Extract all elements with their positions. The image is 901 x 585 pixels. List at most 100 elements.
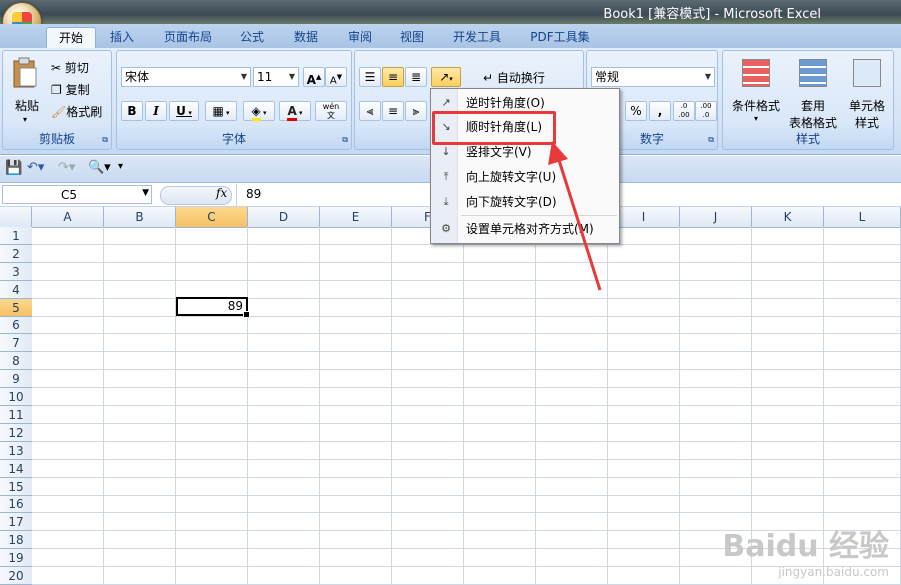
select-all-corner[interactable] <box>0 207 32 227</box>
format-painter-button[interactable]: 🖌格式刷 <box>51 103 102 120</box>
row-header-5[interactable]: 5 <box>0 299 32 317</box>
tab-page-layout[interactable]: 页面布局 <box>154 27 222 47</box>
row-header-11[interactable]: 11 <box>0 406 32 424</box>
tab-view[interactable]: 视图 <box>390 27 434 47</box>
row-header-9[interactable]: 9 <box>0 370 32 388</box>
redo-icon[interactable]: ↷▾ <box>58 160 75 175</box>
number-format-select[interactable]: 常规 ▼ <box>591 67 715 87</box>
column-header-j[interactable]: J <box>680 207 752 227</box>
increase-decimal-button[interactable]: .0 .00 <box>673 101 695 121</box>
formula-input[interactable]: 89 <box>246 187 261 201</box>
orientation-button[interactable]: ↗▾ <box>431 67 461 87</box>
column-header-k[interactable]: K <box>752 207 824 227</box>
column-header-a[interactable]: A <box>32 207 104 227</box>
tab-formulas[interactable]: 公式 <box>230 27 274 47</box>
wrap-text-button[interactable]: ↵ 自动换行 <box>483 69 545 86</box>
row-header-6[interactable]: 6 <box>0 317 32 334</box>
styles-group: 条件格式 ▾ 套用 表格格式 单元格 样式 样式 <box>722 50 894 150</box>
align-right-button[interactable]: ⫸ <box>405 101 427 121</box>
column-gridline <box>175 227 176 585</box>
paste-button[interactable]: 粘贴 ▾ <box>11 57 43 124</box>
copy-button[interactable]: ❐ 复制 <box>51 81 90 98</box>
row-header-19[interactable]: 19 <box>0 549 32 567</box>
row-header-20[interactable]: 20 <box>0 567 32 585</box>
conditional-formatting-icon <box>742 59 770 87</box>
row-gridline <box>32 316 901 317</box>
align-middle-button[interactable]: ≡ <box>382 67 404 87</box>
print-preview-icon[interactable]: 🔍▾ <box>88 160 111 175</box>
row-gridline <box>32 495 901 496</box>
italic-button[interactable]: I <box>145 101 167 121</box>
align-top-button[interactable]: ☰ <box>359 67 381 87</box>
grow-font-button[interactable]: A▲ <box>303 67 325 87</box>
row-header-10[interactable]: 10 <box>0 388 32 406</box>
row-header-2[interactable]: 2 <box>0 245 32 263</box>
tab-insert[interactable]: 插入 <box>100 27 144 47</box>
align-center-button[interactable]: ≡ <box>382 101 404 121</box>
phonetic-label: wén <box>322 102 340 111</box>
borders-button[interactable]: ▦ ▾ <box>205 101 237 121</box>
name-box[interactable]: C5 ▼ <box>2 185 152 204</box>
row-header-16[interactable]: 16 <box>0 496 32 513</box>
font-color-button[interactable]: A ▾ <box>279 101 311 121</box>
tab-pdf-tools[interactable]: PDF工具集 <box>520 27 600 47</box>
column-header-d[interactable]: D <box>248 207 320 227</box>
fill-color-button[interactable]: ◈ ▾ <box>243 101 275 121</box>
row-header-7[interactable]: 7 <box>0 334 32 352</box>
cell-styles-label-1: 单元格 <box>848 99 885 113</box>
bold-button[interactable]: B <box>121 101 143 121</box>
column-gridline <box>463 227 464 585</box>
chevron-down-icon: ▼ <box>288 72 295 81</box>
align-bottom-button[interactable]: ≣ <box>405 67 427 87</box>
tab-home[interactable]: 开始 <box>46 27 96 48</box>
conditional-formatting-button[interactable]: 条件格式 ▾ <box>729 55 783 129</box>
formula-divider <box>236 184 237 206</box>
decrease-decimal-button[interactable]: .00 .0 <box>695 101 717 121</box>
tab-data[interactable]: 数据 <box>284 27 328 47</box>
font-group-label: 字体 <box>221 132 246 146</box>
customize-qat-icon[interactable]: ▾ <box>118 161 123 172</box>
font-launcher-icon[interactable]: ⧉ <box>342 135 348 145</box>
font-name-select[interactable]: 宋体 ▼ <box>121 67 251 87</box>
align-left-button[interactable]: ⫷ <box>359 101 381 121</box>
column-header-l[interactable]: L <box>824 207 901 227</box>
title-bar: Book1 [兼容模式] - Microsoft Excel <box>0 0 901 24</box>
row-header-13[interactable]: 13 <box>0 442 32 460</box>
row-header-15[interactable]: 15 <box>0 478 32 496</box>
save-icon[interactable]: 💾 <box>5 160 22 176</box>
cell-styles-button[interactable]: 单元格 样式 <box>841 55 893 130</box>
cut-button[interactable]: ✂ 剪切 <box>51 59 89 76</box>
tab-developer[interactable]: 开发工具 <box>444 27 510 47</box>
underline-button[interactable]: U ▾ <box>169 101 199 121</box>
column-header-e[interactable]: E <box>320 207 392 227</box>
percent-button[interactable]: % <box>625 101 647 121</box>
clipboard-launcher-icon[interactable]: ⧉ <box>102 135 108 145</box>
row-gridline <box>32 298 901 299</box>
name-box-value: C5 <box>61 188 78 202</box>
column-header-c[interactable]: C <box>176 207 248 227</box>
format-as-table-button[interactable]: 套用 表格格式 <box>787 55 839 130</box>
fill-handle[interactable] <box>243 311 250 318</box>
row-header-17[interactable]: 17 <box>0 513 32 531</box>
shrink-font-button[interactable]: A▼ <box>325 67 347 87</box>
column-header-b[interactable]: B <box>104 207 176 227</box>
active-cell-c5[interactable]: 89 <box>176 297 250 318</box>
phonetic-char-icon: 文 <box>327 111 335 120</box>
format-table-icon <box>799 59 827 87</box>
phonetic-button[interactable]: wén 文 <box>315 101 347 121</box>
comma-button[interactable]: , <box>649 101 671 121</box>
insert-function-button[interactable]: fx <box>216 186 227 200</box>
row-header-4[interactable]: 4 <box>0 281 32 299</box>
row-header-14[interactable]: 14 <box>0 460 32 478</box>
undo-icon[interactable]: ↶▾ <box>27 160 44 175</box>
font-size-select[interactable]: 11 ▼ <box>253 67 299 87</box>
row-header-8[interactable]: 8 <box>0 352 32 370</box>
number-launcher-icon[interactable]: ⧉ <box>708 135 714 145</box>
tab-review[interactable]: 审阅 <box>338 27 382 47</box>
column-gridline <box>391 227 392 585</box>
row-gridline <box>32 351 901 352</box>
row-header-3[interactable]: 3 <box>0 263 32 281</box>
row-header-1[interactable]: 1 <box>0 227 32 245</box>
row-header-12[interactable]: 12 <box>0 424 32 442</box>
row-header-18[interactable]: 18 <box>0 531 32 549</box>
